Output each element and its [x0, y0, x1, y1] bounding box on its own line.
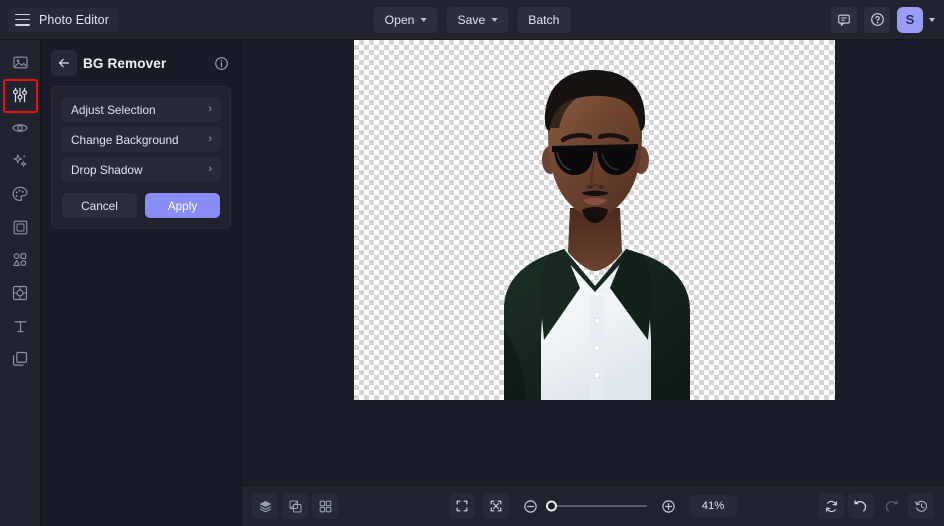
layers-stack-icon	[259, 500, 271, 512]
sidebar-item-color[interactable]	[6, 181, 34, 207]
open-button-label: Open	[384, 12, 415, 27]
actual-size-icon	[490, 500, 502, 512]
panel-header: BG Remover	[51, 40, 231, 86]
panel-action-buttons: Cancel Apply	[61, 193, 221, 218]
back-arrow-icon	[58, 58, 69, 68]
photo-editor-window: Photo Editor Open Save Batch S BG Remove…	[0, 0, 944, 526]
chevron-right-icon: ›	[208, 163, 212, 175]
fit-screen-icon	[456, 500, 468, 512]
bottombar-left-group	[252, 493, 338, 519]
reset-icon	[825, 500, 837, 512]
chevron-right-icon: ›	[208, 103, 212, 115]
topbar-right-group: S	[831, 6, 944, 33]
zoom-slider[interactable]	[546, 500, 647, 512]
zoom-level-value[interactable]: 41%	[689, 495, 737, 517]
save-button[interactable]: Save	[446, 6, 509, 33]
avatar[interactable]: S	[897, 6, 923, 33]
canvas-column: 41%	[242, 40, 944, 526]
app-title: Photo Editor	[39, 12, 109, 27]
zoom-in-button[interactable]	[655, 493, 681, 519]
layers-icon	[12, 351, 28, 366]
info-button[interactable]	[211, 53, 231, 73]
actual-size-button[interactable]	[483, 493, 509, 519]
zoom-out-button[interactable]	[517, 493, 543, 519]
palette-icon	[12, 186, 28, 202]
grid-icon	[319, 500, 331, 512]
tool-rail	[0, 40, 41, 526]
compare-icon	[289, 500, 301, 512]
zoom-controls: 41%	[449, 493, 737, 519]
option-label: Change Background	[71, 132, 179, 147]
feedback-icon	[838, 14, 850, 26]
tool-panel: BG Remover Adjust Selection › Change Bac…	[41, 40, 242, 526]
feedback-button[interactable]	[831, 6, 857, 33]
app-menu-button[interactable]: Photo Editor	[8, 7, 119, 32]
chevron-down-icon	[420, 18, 427, 22]
top-toolbar: Photo Editor Open Save Batch S	[0, 0, 944, 40]
canvas-area[interactable]	[242, 40, 944, 485]
image-icon	[12, 56, 28, 68]
back-button[interactable]	[51, 50, 77, 76]
frame-icon	[13, 220, 27, 234]
layers-stack-button[interactable]	[252, 493, 278, 519]
compare-button[interactable]	[282, 493, 308, 519]
undo-icon	[854, 500, 867, 512]
sidebar-item-overlay[interactable]	[6, 280, 34, 306]
sidebar-item-image[interactable]	[6, 49, 34, 75]
sidebar-item-frame[interactable]	[6, 214, 34, 240]
sidebar-item-shapes[interactable]	[6, 247, 34, 273]
fit-screen-button[interactable]	[449, 493, 475, 519]
apply-button[interactable]: Apply	[145, 193, 220, 218]
redo-button[interactable]	[878, 493, 904, 519]
redo-icon	[885, 500, 898, 512]
grid-button[interactable]	[312, 493, 338, 519]
chevron-down-icon	[491, 18, 498, 22]
bg-remover-options-card: Adjust Selection › Change Background › D…	[51, 86, 231, 229]
option-change-background[interactable]: Change Background ›	[61, 127, 221, 152]
batch-button-label: Batch	[528, 12, 560, 27]
sidebar-item-effects[interactable]	[6, 148, 34, 174]
sidebar-item-text[interactable]	[6, 313, 34, 339]
reset-button[interactable]	[818, 493, 844, 519]
bottombar-right-group	[818, 493, 934, 519]
zoom-out-icon	[523, 499, 537, 513]
shapes-icon	[13, 253, 27, 266]
text-icon	[13, 320, 27, 332]
overlay-icon	[12, 285, 28, 301]
help-button[interactable]	[864, 6, 890, 33]
topbar-left-group: Photo Editor	[0, 7, 119, 32]
sidebar-item-retouch[interactable]	[6, 115, 34, 141]
avatar-initial: S	[905, 12, 915, 27]
artboard[interactable]	[354, 40, 835, 400]
history-button[interactable]	[908, 493, 934, 519]
topbar-center-group: Open Save Batch	[373, 6, 571, 33]
undo-button[interactable]	[848, 493, 874, 519]
subject-cutout-image	[504, 70, 690, 400]
option-drop-shadow[interactable]: Drop Shadow ›	[61, 157, 221, 182]
zoom-slider-handle[interactable]	[546, 500, 557, 512]
zoom-in-icon	[661, 499, 675, 513]
option-adjust-selection[interactable]: Adjust Selection ›	[61, 97, 221, 122]
panel-title: BG Remover	[83, 55, 167, 71]
option-label: Adjust Selection	[71, 102, 156, 117]
sidebar-item-adjust[interactable]	[6, 82, 34, 108]
sidebar-item-layers[interactable]	[6, 346, 34, 372]
account-chevron-down-icon[interactable]	[929, 17, 935, 22]
cancel-button[interactable]: Cancel	[62, 193, 137, 218]
sliders-icon	[13, 87, 27, 103]
open-button[interactable]: Open	[373, 6, 438, 33]
info-icon	[214, 56, 228, 70]
save-button-label: Save	[457, 12, 486, 27]
help-icon	[870, 13, 884, 26]
hamburger-icon[interactable]	[15, 13, 30, 26]
history-icon	[914, 500, 927, 512]
workspace: BG Remover Adjust Selection › Change Bac…	[0, 40, 944, 526]
eye-icon	[12, 124, 28, 132]
chevron-right-icon: ›	[208, 133, 212, 145]
bottom-toolbar: 41%	[242, 485, 944, 526]
sparkles-icon	[13, 154, 27, 167]
option-label: Drop Shadow	[71, 162, 143, 177]
batch-button[interactable]: Batch	[517, 6, 571, 33]
zoom-slider-track[interactable]	[546, 500, 647, 512]
